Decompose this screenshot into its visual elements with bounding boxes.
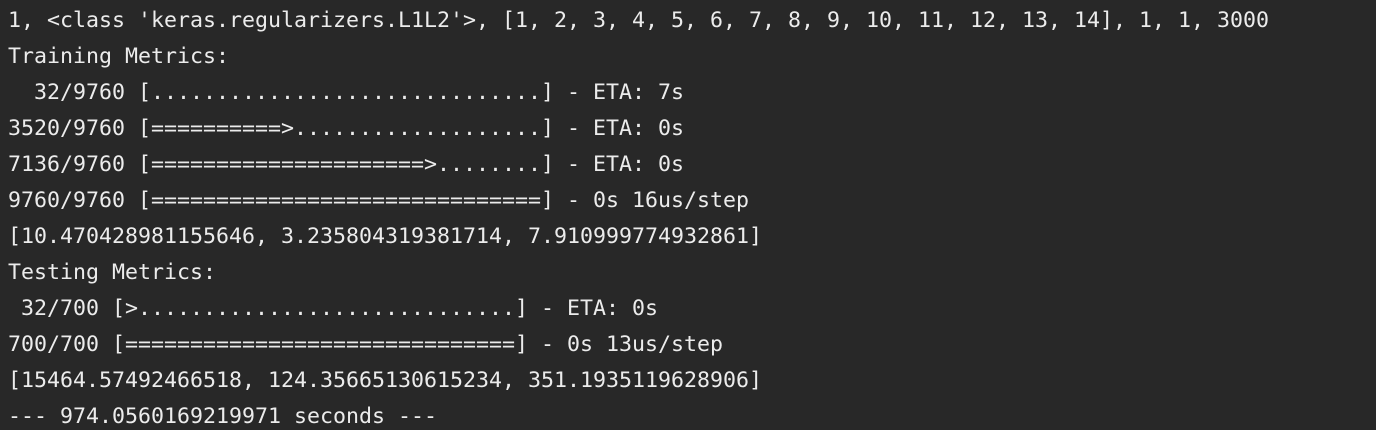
terminal-output[interactable]: 1, <class 'keras.regularizers.L1L2'>, [1… (0, 0, 1376, 430)
elapsed-time-line: --- 974.0560169219971 seconds --- (8, 404, 438, 429)
training-progress-line-1: 32/9760 [..............................]… (8, 80, 685, 105)
training-progress-line-final: 9760/9760 [=============================… (8, 188, 750, 213)
testing-metrics-values: [15464.57492466518, 124.35665130615234, … (8, 368, 763, 393)
testing-metrics-heading: Testing Metrics: (8, 260, 217, 285)
testing-progress-line-1: 32/700 [>.............................] … (8, 296, 659, 321)
training-progress-line-3: 7136/9760 [=====================>.......… (8, 152, 685, 177)
config-line: 1, <class 'keras.regularizers.L1L2'>, [1… (8, 8, 1270, 33)
training-metrics-values: [10.470428981155646, 3.235804319381714, … (8, 224, 763, 249)
training-progress-line-2: 3520/9760 [==========>..................… (8, 116, 685, 141)
training-metrics-heading: Training Metrics: (8, 44, 230, 69)
testing-progress-line-final: 700/700 [==============================]… (8, 332, 724, 357)
